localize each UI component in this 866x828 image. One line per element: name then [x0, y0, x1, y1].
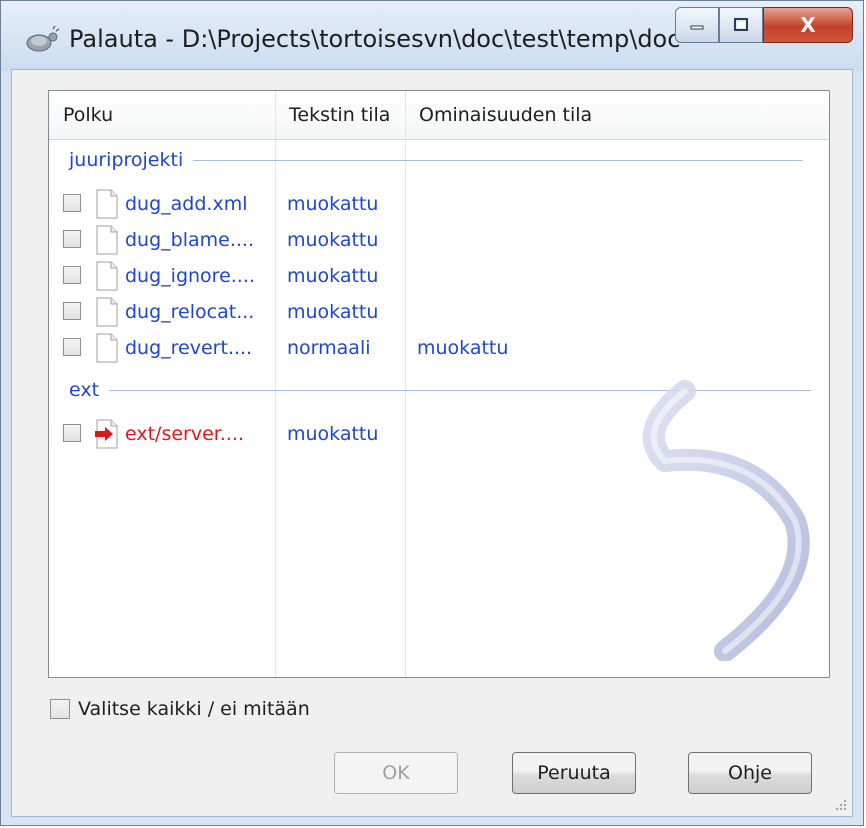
row-path: ext/server....	[125, 423, 245, 445]
resize-grip-icon[interactable]	[832, 796, 848, 812]
select-all-label: Valitse kaikki / ei mitään	[78, 698, 310, 720]
group-divider	[193, 159, 804, 161]
row-checkbox[interactable]	[63, 266, 81, 284]
external-file-icon	[95, 419, 118, 449]
minimize-icon	[690, 25, 704, 30]
row-path: dug_revert....	[125, 337, 253, 359]
row-checkbox[interactable]	[63, 194, 81, 212]
row-text-status: muokattu	[287, 301, 379, 323]
group-label: juuriprojekti	[69, 149, 184, 171]
row-text-status: muokattu	[287, 193, 379, 215]
row-text-status: normaali	[287, 337, 371, 359]
row-path: dug_blame....	[125, 229, 255, 251]
row-checkbox[interactable]	[63, 424, 81, 442]
select-all-checkbox[interactable]: Valitse kaikki / ei mitään	[50, 698, 310, 720]
minimize-button[interactable]	[675, 7, 719, 43]
file-icon	[96, 297, 118, 327]
row-checkbox[interactable]	[63, 230, 81, 248]
table-row[interactable]: dug_ignore.... muokattu	[49, 259, 829, 293]
tortoise-app-icon	[26, 25, 59, 52]
row-path: dug_ignore....	[125, 265, 255, 287]
table-row[interactable]: dug_add.xml muokattu	[49, 187, 829, 221]
row-text-status: muokattu	[287, 423, 379, 445]
table-row[interactable]: dug_revert.... normaali muokattu	[49, 331, 829, 365]
row-text-status: muokattu	[287, 229, 379, 251]
group-label: ext	[69, 379, 100, 401]
file-list-view[interactable]: Polku Tekstin tila Ominaisuuden tila juu…	[48, 90, 830, 678]
table-row[interactable]: dug_relocat... muokattu	[49, 295, 829, 329]
row-checkbox[interactable]	[63, 302, 81, 320]
revert-arrow-watermark-icon	[642, 380, 810, 661]
file-icon	[96, 333, 118, 363]
row-property-status: muokattu	[417, 337, 509, 359]
caption-buttons: X	[675, 7, 853, 45]
ok-button[interactable]: OK	[334, 752, 458, 794]
file-icon	[96, 261, 118, 291]
help-button[interactable]: Ohje	[688, 752, 812, 794]
maximize-icon	[734, 18, 748, 31]
title-bar[interactable]: Palauta - D:\Projects\tortoisesvn\doc\te…	[1, 1, 863, 71]
close-button[interactable]: X	[763, 7, 853, 43]
dialog-body: Polku Tekstin tila Ominaisuuden tila juu…	[11, 69, 853, 817]
list-header: Polku Tekstin tila Ominaisuuden tila	[49, 91, 829, 140]
row-checkbox[interactable]	[63, 338, 81, 356]
row-path: dug_relocat...	[125, 301, 255, 323]
select-all-box[interactable]	[50, 699, 70, 719]
close-icon: X	[800, 13, 816, 37]
file-icon	[96, 189, 118, 219]
window-title: Palauta - D:\Projects\tortoisesvn\doc\te…	[69, 25, 681, 53]
table-row[interactable]: dug_blame.... muokattu	[49, 223, 829, 257]
revert-dialog-window: Palauta - D:\Projects\tortoisesvn\doc\te…	[0, 0, 864, 826]
row-path: dug_add.xml	[125, 193, 248, 215]
column-header-path[interactable]: Polku	[49, 91, 275, 139]
row-text-status: muokattu	[287, 265, 379, 287]
maximize-button[interactable]	[719, 7, 763, 43]
cancel-button[interactable]: Peruuta	[512, 752, 636, 794]
group-header-juuriprojekti[interactable]: juuriprojekti	[69, 149, 804, 171]
column-header-property-status[interactable]: Ominaisuuden tila	[405, 91, 829, 139]
column-header-text-status[interactable]: Tekstin tila	[275, 91, 405, 139]
file-icon	[96, 225, 118, 255]
